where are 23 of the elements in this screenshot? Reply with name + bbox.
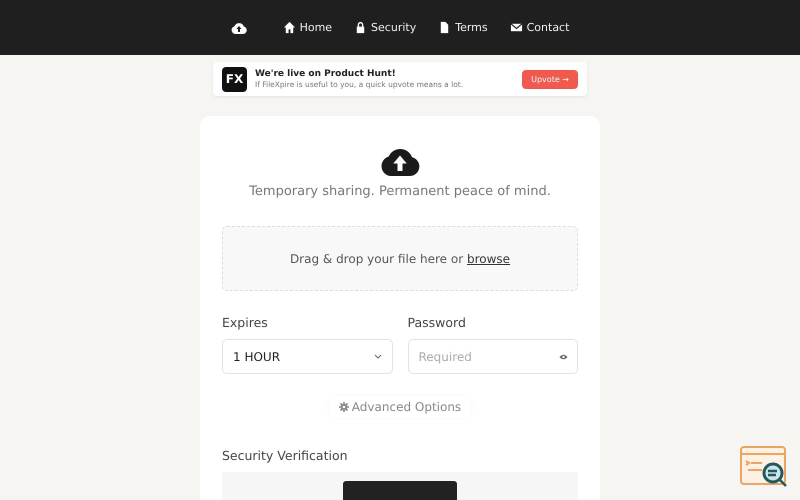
cloud-upload-icon[interactable] — [230, 22, 247, 34]
expires-select[interactable]: 1 HOUR — [222, 339, 392, 374]
password-field[interactable]: Required — [408, 339, 578, 374]
chevron-down-icon — [374, 354, 382, 359]
gear-icon — [338, 402, 349, 412]
home-icon — [282, 21, 296, 34]
dropzone[interactable]: Drag & drop your file here or browse — [222, 226, 578, 291]
browse-link[interactable]: browse — [466, 252, 510, 266]
nav-link[interactable]: Home — [282, 21, 332, 34]
nav-link[interactable]: Terms — [438, 21, 488, 34]
nav-link[interactable]: Security — [354, 21, 416, 34]
field-label: Expires — [222, 315, 269, 330]
nav-link[interactable]: Contact — [510, 21, 570, 34]
cloud-upload-icon — [380, 146, 420, 176]
field-label: Password — [408, 315, 467, 330]
advanced-options-button[interactable]: Advanced Options — [328, 396, 472, 418]
mail-icon — [510, 21, 523, 34]
section-label: Security Verification — [222, 448, 349, 463]
dropzone-text: Drag & drop your file here or browse — [290, 252, 510, 266]
banner-title: We're live on Product Hunt! — [255, 69, 397, 79]
tagline: Temporary sharing. Permanent peace of mind. — [248, 184, 552, 199]
logo: FX — [222, 66, 247, 92]
eye-icon[interactable] — [559, 354, 568, 360]
